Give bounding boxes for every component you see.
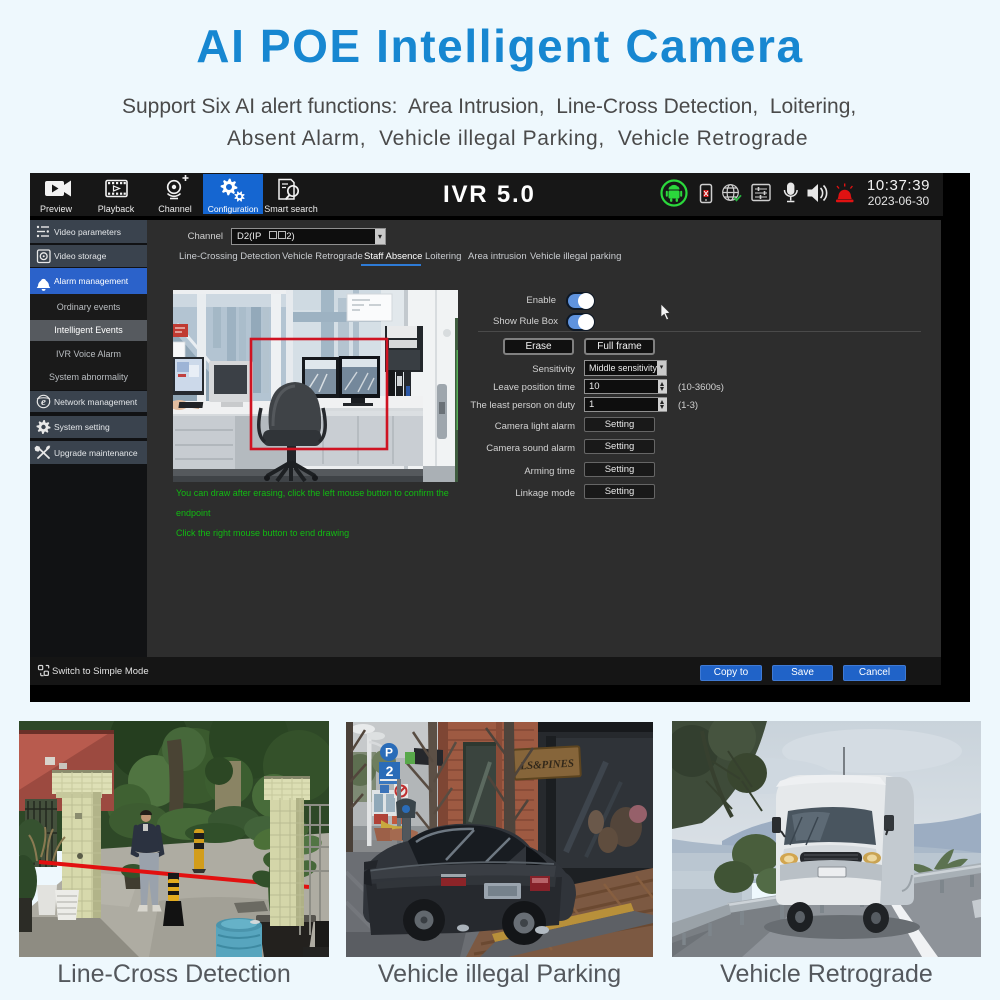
- svg-text:2: 2: [386, 763, 394, 779]
- svg-text:P: P: [385, 746, 393, 760]
